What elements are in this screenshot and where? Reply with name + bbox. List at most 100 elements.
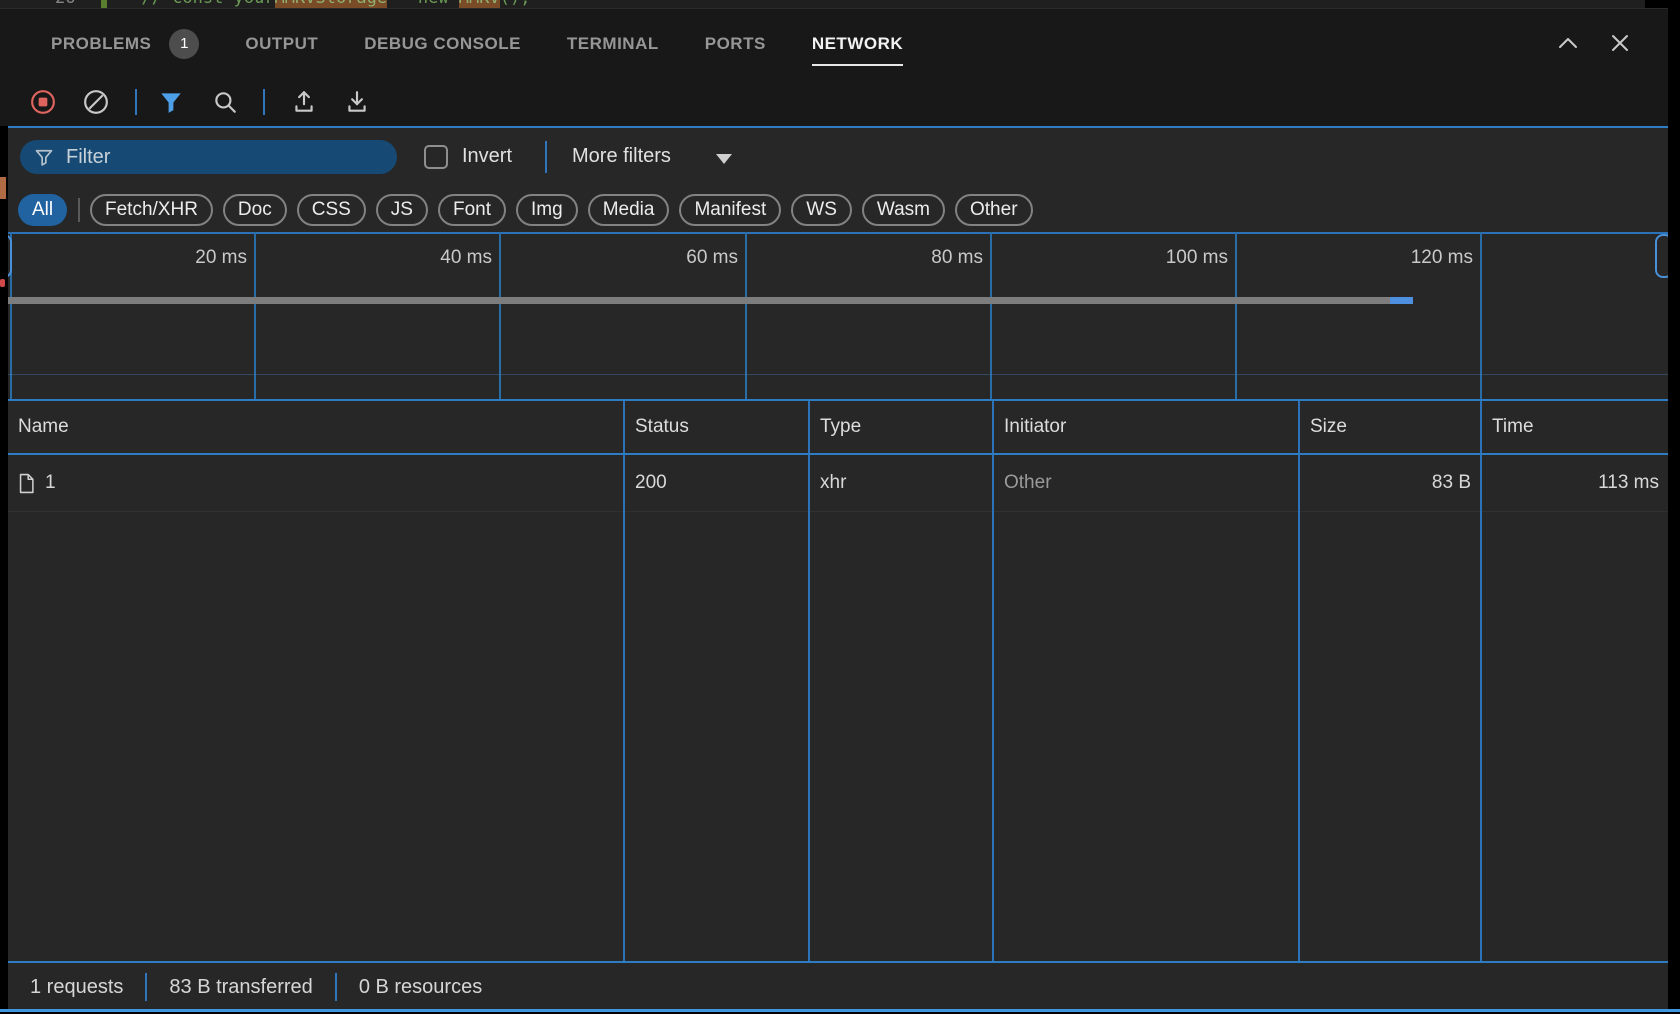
record-stop-icon[interactable] [30,89,56,115]
column-header-time[interactable]: Time [1480,401,1668,453]
ruler-tick-60ms: 60 ms [686,247,738,269]
tab-output[interactable]: OUTPUT [245,9,318,78]
overview-right-handle[interactable] [1655,234,1668,278]
close-icon[interactable] [1608,31,1632,55]
tab-ports-label: PORTS [705,34,766,54]
ruler-tick-40ms: 40 ms [440,247,492,269]
request-row-size[interactable]: 83 B [1300,455,1480,512]
filter-funnel-small-icon [34,147,54,167]
overview-left-handle[interactable] [8,234,12,278]
code-comment: // const yourMMKVStorage = new MMKV(); [141,0,530,8]
chip-ws[interactable]: WS [791,194,852,226]
request-row-type[interactable]: xhr [810,455,992,512]
request-row-name[interactable]: 1 [8,455,623,512]
line-number: 26 [55,0,75,8]
type-chip-row: Fetch/XHR Doc CSS JS Font Img Media Mani… [90,194,1033,226]
chip-img[interactable]: Img [516,194,578,226]
active-tab-underline [812,64,903,66]
request-name-text: 1 [45,472,56,494]
ruler-gridline [990,232,992,401]
network-filter-input[interactable]: Filter [20,140,397,174]
filter-separator [545,141,547,173]
tab-terminal-label: TERMINAL [567,34,659,54]
column-header-status[interactable]: Status [623,401,808,453]
name-column: 1 [8,455,623,961]
invert-checkbox[interactable] [424,145,448,169]
request-table-body: 1 200 xhr Other 83 B 113 ms [8,455,1668,961]
code-seg: = new [387,0,459,8]
chevron-up-icon[interactable] [1556,31,1580,55]
ruler-gridline [1480,232,1482,401]
chip-fetch-xhr[interactable]: Fetch/XHR [90,194,213,226]
overview-request-bar-tip [1390,297,1413,304]
tab-output-label: OUTPUT [245,34,318,54]
chip-doc[interactable]: Doc [223,194,287,226]
overview-request-bar [8,297,1390,304]
invert-label: Invert [462,145,512,168]
status-column: 200 [623,455,808,961]
status-separator [335,973,337,1001]
type-column: xhr [808,455,992,961]
size-column: 83 B [1298,455,1480,961]
toolbar-separator [263,89,265,115]
column-header-name[interactable]: Name [8,401,623,453]
resources-size: 0 B resources [359,976,482,999]
ruler-gridline [1235,232,1237,401]
tab-ports[interactable]: PORTS [705,9,766,78]
tab-terminal[interactable]: TERMINAL [567,9,659,78]
filter-funnel-icon[interactable] [158,89,184,115]
time-column: 113 ms [1480,455,1668,961]
ruler-tick-120ms: 120 ms [1411,247,1473,269]
requests-count: 1 requests [30,976,123,999]
chip-css[interactable]: CSS [297,194,366,226]
overview-bottom-border [8,374,1668,375]
column-header-initiator[interactable]: Initiator [992,401,1298,453]
search-icon[interactable] [212,89,238,115]
request-table-header: Name Status Type Initiator Size Time [8,399,1668,455]
tab-debug-console[interactable]: DEBUG CONSOLE [364,9,521,78]
ruler-tick-100ms: 100 ms [1166,247,1228,269]
network-devtools-panel: Filter Invert More filters All Fetch/XHR… [8,126,1668,1009]
editor-edge-marker [0,177,6,199]
network-toolbar [0,78,1668,126]
tab-problems[interactable]: PROBLEMS 1 [51,9,199,78]
chip-wasm[interactable]: Wasm [862,194,945,226]
column-header-size[interactable]: Size [1298,401,1480,453]
ruler-gridline [254,232,256,401]
editor-edge-breakpoint [0,279,5,287]
export-har-icon[interactable] [344,89,370,115]
ruler-gridline [745,232,747,401]
more-filters-button[interactable]: More filters [572,145,671,168]
request-row-time[interactable]: 113 ms [1482,455,1668,512]
ruler-tick-80ms: 80 ms [931,247,983,269]
code-seg-highlight: MMKV [459,0,500,8]
initiator-column: Other [992,455,1298,961]
chip-divider [78,198,80,222]
chip-media[interactable]: Media [588,194,670,226]
chip-js[interactable]: JS [376,194,428,226]
chip-font[interactable]: Font [438,194,506,226]
tab-debug-console-label: DEBUG CONSOLE [364,34,521,54]
column-header-type[interactable]: Type [808,401,992,453]
gutter-change-bar [101,0,107,8]
chip-other[interactable]: Other [955,194,1033,226]
editor-code-line: 26 // const yourMMKVStorage = new MMKV()… [0,0,530,8]
panel-actions [1556,8,1632,78]
tab-problems-label: PROBLEMS [51,34,151,54]
editor-code-strip: 26 // const yourMMKVStorage = new MMKV()… [0,0,1645,8]
vscode-panel-screen: 26 // const yourMMKVStorage = new MMKV()… [0,0,1680,1014]
ruler-gridline [499,232,501,401]
code-seg: // const your [141,0,274,8]
clear-block-icon[interactable] [83,89,109,115]
import-har-icon[interactable] [291,89,317,115]
tab-network[interactable]: NETWORK [812,9,903,78]
dropdown-caret-icon [716,154,732,164]
panel-tab-bar: PROBLEMS 1 OUTPUT DEBUG CONSOLE TERMINAL… [0,8,1668,78]
status-separator [145,973,147,1001]
code-seg: (); [500,0,531,8]
tab-network-label: NETWORK [812,34,903,54]
request-row-initiator[interactable]: Other [994,455,1298,512]
chip-all[interactable]: All [18,194,67,226]
request-row-status[interactable]: 200 [625,455,808,512]
chip-manifest[interactable]: Manifest [679,194,781,226]
